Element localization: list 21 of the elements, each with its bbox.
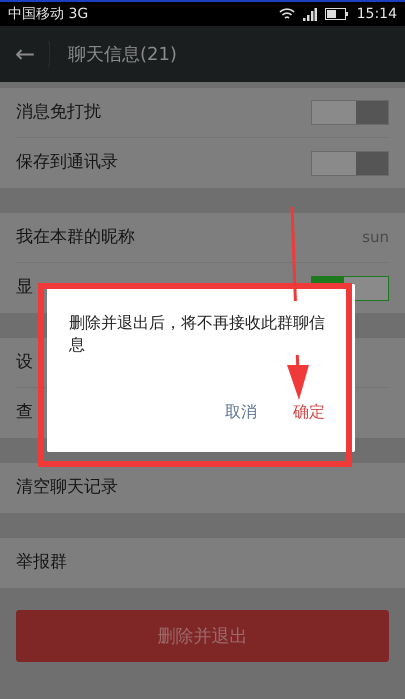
settings-row[interactable]: 保存到通讯录 <box>16 138 389 188</box>
time-text: 15:14 <box>356 4 397 24</box>
battery-icon <box>324 8 349 20</box>
row-label: 消息免打扰 <box>16 100 101 124</box>
row-label: 保存到通讯录 <box>16 151 118 174</box>
signal-icon <box>302 8 317 20</box>
settings-row[interactable]: 消息免打扰 <box>16 88 389 138</box>
row-label: 清空聊天记录 <box>16 476 118 500</box>
row-label: 设 <box>16 350 33 374</box>
dialog-message: 删除并退出后，将不再接收此群聊信息 <box>69 312 326 356</box>
carrier-text: 中国移动 3G <box>8 4 88 24</box>
row-label: 举报群 <box>16 551 67 574</box>
wifi-icon <box>278 8 295 20</box>
row-label: 显 <box>16 276 33 300</box>
screen-title: 聊天信息(21) <box>67 42 177 66</box>
back-button[interactable]: ← <box>0 39 50 69</box>
toggle-switch[interactable] <box>311 100 389 125</box>
row-label: 我在本群的昵称 <box>16 226 135 249</box>
confirm-button[interactable]: 确定 <box>283 396 335 428</box>
cancel-button[interactable]: 取消 <box>215 396 267 428</box>
toggle-switch[interactable] <box>311 150 389 176</box>
